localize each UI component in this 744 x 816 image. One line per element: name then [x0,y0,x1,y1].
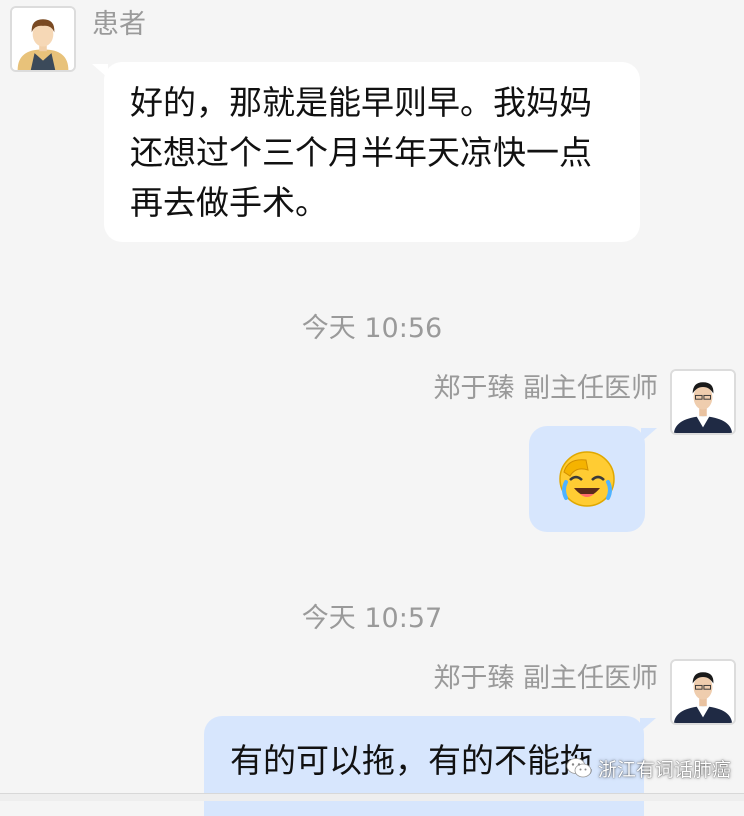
patient-avatar-icon [12,8,74,70]
doctor-emoji-bubble[interactable] [529,426,657,532]
doctor-avatar[interactable] [670,369,736,435]
watermark: 浙江有词话肺癌 [566,754,731,782]
watermark-text: 浙江有词话肺癌 [598,758,732,781]
doctor-name: 郑于臻 副主任医师 [433,373,658,404]
bubble-tail [640,718,656,732]
timestamp: 今天 10:57 [301,603,443,634]
patient-avatar[interactable] [10,6,76,72]
patient-name: 患者 [92,9,146,40]
patient-message-bubble[interactable]: 好的，那就是能早则早。我妈妈还想过个三个月半年天凉快一点再去做手术。 [92,62,640,242]
wechat-icon [566,757,592,779]
doctor-message-text: 有的可以拖，有的不能拖 [230,741,593,780]
bubble-tail [92,64,108,78]
doctor-name: 郑于臻 副主任医师 [433,663,658,694]
face-palm-cry-icon [558,450,616,508]
doctor-avatar-icon [672,371,734,433]
bubble-tail [641,428,657,442]
doctor-avatar[interactable] [670,659,736,725]
doctor-avatar-icon [672,661,734,723]
timestamp: 今天 10:56 [301,313,443,344]
patient-message-text: 好的，那就是能早则早。我妈妈还想过个三个月半年天凉快一点再去做手术。 [130,83,592,222]
